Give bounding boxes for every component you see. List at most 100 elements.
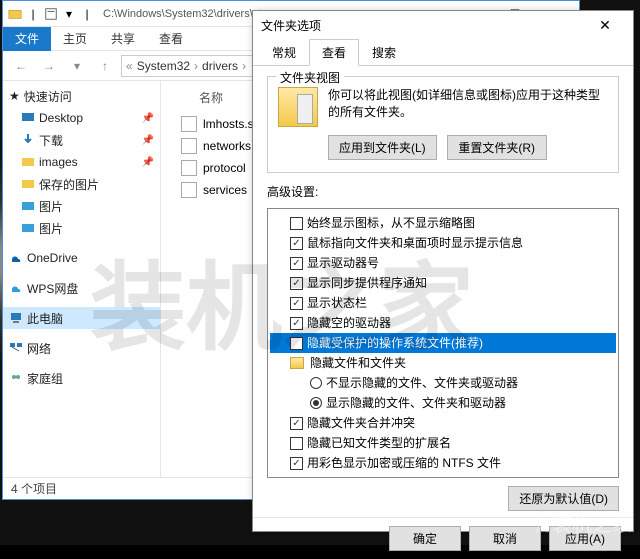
sidebar-item-images[interactable]: images 📌 — [3, 151, 160, 173]
advanced-option[interactable]: ✓ 鼠标指向文件夹和桌面项时显示提示信息 — [270, 233, 616, 253]
radio[interactable] — [310, 377, 322, 389]
checkbox[interactable] — [290, 217, 303, 230]
checkbox[interactable] — [290, 437, 303, 450]
tab-general[interactable]: 常规 — [259, 39, 309, 66]
group-label: 文件夹视图 — [276, 69, 344, 86]
folder-icon — [278, 87, 318, 127]
tab-search[interactable]: 搜索 — [359, 39, 409, 66]
chevron-right-icon: › — [242, 59, 246, 73]
advanced-option[interactable]: ✓ 用彩色显示加密或压缩的 NTFS 文件 — [270, 453, 616, 473]
advanced-option[interactable]: 隐藏文件和文件夹 — [270, 353, 616, 373]
breadcrumb[interactable]: System32 — [133, 59, 194, 73]
checkbox[interactable] — [290, 337, 303, 350]
dialog-title: 文件夹选项 — [261, 17, 321, 34]
sidebar-item-label: 网络 — [27, 340, 51, 357]
advanced-option[interactable]: ✓ 显示驱动器号 — [270, 253, 616, 273]
sidebar-item-label: OneDrive — [27, 251, 78, 265]
advanced-option[interactable]: 隐藏受保护的操作系统文件(推荐) — [270, 333, 616, 353]
checkbox[interactable]: ✓ — [290, 257, 303, 270]
advanced-option[interactable]: 显示隐藏的文件、文件夹和驱动器 — [270, 393, 616, 413]
apply-button[interactable]: 应用(A) — [549, 526, 621, 551]
option-label: 鼠标指向文件夹和桌面项时显示提示信息 — [307, 234, 523, 252]
tab-view[interactable]: 查看 — [147, 26, 195, 51]
chevron-down-icon[interactable]: ▾ — [61, 6, 77, 22]
sidebar-item-homegroup[interactable]: 家庭组 — [3, 367, 160, 389]
sidebar-item-label: 保存的图片 — [39, 176, 99, 193]
qat-separator: | — [79, 6, 95, 22]
sidebar: ★ 快速访问 Desktop📌 下载📌 images📌 保存的图片 图片 图片 … — [3, 81, 161, 477]
option-label: 用彩色显示加密或压缩的 NTFS 文件 — [307, 454, 501, 472]
sidebar-item-pictures[interactable]: 图片 — [3, 195, 160, 217]
checkbox[interactable]: ✓ — [290, 417, 303, 430]
sidebar-item-network[interactable]: 网络 — [3, 337, 160, 359]
tab-view[interactable]: 查看 — [309, 39, 359, 66]
close-button[interactable]: ✕ — [585, 11, 625, 39]
dialog-tabs: 常规 查看 搜索 — [253, 39, 633, 66]
checkbox[interactable]: ✓ — [290, 317, 303, 330]
sidebar-item-pictures2[interactable]: 图片 — [3, 217, 160, 239]
file-icon — [181, 160, 197, 176]
restore-defaults-button[interactable]: 还原为默认值(D) — [508, 486, 619, 511]
file-name: protocol — [203, 161, 246, 175]
advanced-option[interactable]: ✓显示同步提供程序通知 — [270, 273, 616, 293]
checkbox[interactable]: ✓ — [290, 277, 303, 290]
sidebar-item-wps[interactable]: WPS网盘 — [3, 277, 160, 299]
advanced-option[interactable]: 隐藏已知文件类型的扩展名 — [270, 433, 616, 453]
option-label: 隐藏文件和文件夹 — [310, 354, 406, 372]
advanced-option[interactable]: 始终显示图标，从不显示缩略图 — [270, 213, 616, 233]
sidebar-item-label: 下载 — [39, 132, 63, 149]
tab-home[interactable]: 主页 — [51, 26, 99, 51]
file-name: networks — [203, 139, 251, 153]
sidebar-item-label: WPS网盘 — [27, 280, 78, 297]
advanced-option[interactable]: ✓隐藏空的驱动器 — [270, 313, 616, 333]
folder-options-dialog: 文件夹选项 ✕ 常规 查看 搜索 文件夹视图 你可以将此视图(如详细信息或图标)… — [252, 10, 634, 532]
folder-icon — [290, 357, 304, 369]
checkbox[interactable]: ✓ — [290, 237, 303, 250]
sidebar-item-label: Desktop — [39, 111, 83, 125]
sidebar-item-onedrive[interactable]: OneDrive — [3, 247, 160, 269]
sidebar-item-this-pc[interactable]: 此电脑 — [3, 307, 160, 329]
sidebar-item-label: 此电脑 — [27, 310, 63, 327]
option-label: 显示隐藏的文件、文件夹和驱动器 — [326, 394, 506, 412]
status-text: 4 个项目 — [11, 480, 57, 497]
file-icon — [181, 116, 197, 132]
option-label: 隐藏已知文件类型的扩展名 — [307, 434, 451, 452]
back-button[interactable]: ← — [9, 54, 33, 78]
sidebar-item-label: 图片 — [39, 220, 63, 237]
sidebar-item-downloads[interactable]: 下载 📌 — [3, 129, 160, 151]
breadcrumb[interactable]: drivers — [198, 59, 242, 73]
option-label: 显示状态栏 — [307, 294, 367, 312]
pin-icon: 📌 — [142, 135, 154, 146]
checkbox[interactable]: ✓ — [290, 457, 303, 470]
file-icon — [181, 138, 197, 154]
file-icon — [181, 182, 197, 198]
forward-button[interactable]: → — [37, 54, 61, 78]
checkbox[interactable]: ✓ — [290, 297, 303, 310]
tab-share[interactable]: 共享 — [99, 26, 147, 51]
tab-file[interactable]: 文件 — [3, 27, 51, 51]
apply-to-folders-button[interactable]: 应用到文件夹(L) — [328, 135, 437, 160]
up-button[interactable]: ↑ — [93, 54, 117, 78]
sidebar-item-desktop[interactable]: Desktop📌 — [3, 107, 160, 129]
option-label: 隐藏受保护的操作系统文件(推荐) — [307, 334, 483, 352]
cancel-button[interactable]: 取消 — [469, 526, 541, 551]
file-name: services — [203, 183, 247, 197]
sidebar-item-label: images — [39, 155, 78, 169]
sidebar-item-quick-access[interactable]: ★ 快速访问 — [3, 85, 160, 107]
chevron-down-icon[interactable]: ▾ — [65, 54, 89, 78]
ok-button[interactable]: 确定 — [389, 526, 461, 551]
advanced-option[interactable]: 不显示隐藏的文件、文件夹或驱动器 — [270, 373, 616, 393]
option-label: 隐藏文件夹合并冲突 — [307, 414, 415, 432]
option-label: 不显示隐藏的文件、文件夹或驱动器 — [326, 374, 518, 392]
dialog-titlebar: 文件夹选项 ✕ — [253, 11, 633, 39]
option-label: 显示驱动器号 — [307, 254, 379, 272]
properties-icon[interactable] — [43, 6, 59, 22]
advanced-settings-label: 高级设置: — [267, 183, 619, 200]
sidebar-item-saved-pictures[interactable]: 保存的图片 — [3, 173, 160, 195]
radio[interactable] — [310, 397, 322, 409]
advanced-option[interactable]: ✓ 隐藏文件夹合并冲突 — [270, 413, 616, 433]
pin-icon: 📌 — [142, 157, 154, 168]
advanced-settings-list[interactable]: 始终显示图标，从不显示缩略图 ✓ 鼠标指向文件夹和桌面项时显示提示信息 ✓ 显示驱动器号… — [267, 208, 619, 478]
advanced-option[interactable]: ✓ 显示状态栏 — [270, 293, 616, 313]
reset-folders-button[interactable]: 重置文件夹(R) — [447, 135, 547, 160]
